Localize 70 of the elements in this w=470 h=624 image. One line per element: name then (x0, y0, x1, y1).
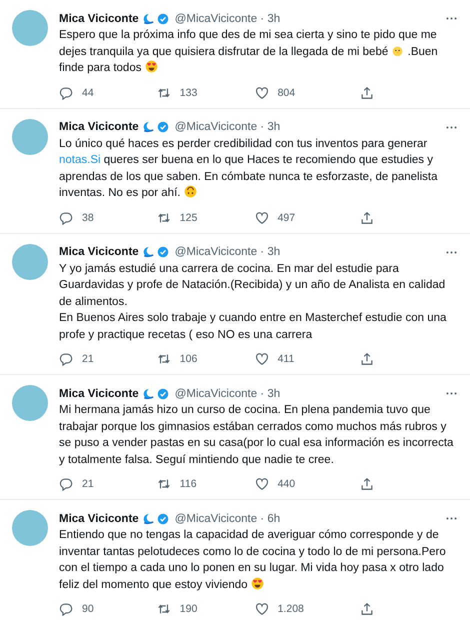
reply-button[interactable]: 90 (59, 602, 157, 616)
share-icon (360, 477, 374, 491)
author-name[interactable]: Mica Viciconte (59, 12, 139, 24)
reply-button[interactable]: 44 (59, 86, 157, 100)
retweet-icon (156, 352, 171, 366)
avatar[interactable] (12, 244, 48, 280)
reply-icon (59, 602, 73, 616)
author-handle[interactable]: @MicaViciconte · 3h (174, 388, 280, 400)
retweet-button[interactable]: 133 (156, 86, 255, 100)
like-button[interactable]: 411 (254, 352, 360, 366)
tweet-text: Mi hermana jamás hizo un curso de cocina. En plena pandemia tuvo que trabajar porque los gimnasios estában cerrados como muchos más rubros y se puso a vender pastas en su casa(por lo cual esa información es incorrecta y totalmente falsa. Seguí mintiendo que nadie te cree. (59, 403, 454, 468)
reply-button[interactable]: 21 (59, 477, 157, 491)
tweet-text: Y yo jamás estudié una carrera de cocina. En mar del estudie para Guardavidas y profe de Natación.(Recibida) y un año de Analista en calidad de alimentos. (59, 262, 446, 310)
author-name[interactable]: Mica Viciconte (59, 121, 139, 133)
tweet-text: Espero que la próxima info que des de mi sea cierta y sino te pido que me dejes tranquila ya que quisiera disfrutar de la llegada de mi bebé .Buen finde para todos (59, 28, 439, 76)
retweet-button[interactable]: 106 (156, 352, 255, 366)
reply-icon (59, 477, 73, 491)
heart-icon (254, 86, 269, 100)
retweet-button[interactable]: 116 (156, 477, 255, 491)
tweet-text: Lo único qué haces es perder credibilidad con tus inventos para generar notas.Si queres ser buena en lo que Haces te recomiendo que estudies y aprendas de los que saben. En cómbate nunca te esforzaste, de panelista inventas. No es por ahí. (59, 136, 438, 201)
verified-badge-icon (156, 388, 169, 400)
author-name[interactable]: Mica Viciconte (59, 246, 139, 258)
retweet-button[interactable]: 125 (156, 210, 255, 224)
retweet-icon (156, 210, 171, 224)
like-button[interactable]: 497 (254, 210, 360, 224)
reply-icon (59, 210, 73, 224)
author-handle[interactable]: @MicaViciconte · 3h (174, 12, 280, 24)
avatar[interactable] (12, 385, 48, 421)
avatar[interactable] (12, 10, 48, 46)
share-icon (360, 86, 374, 100)
upside-down-face-emoji-icon (184, 185, 197, 198)
reply-button[interactable]: 21 (59, 352, 157, 366)
verified-badge-icon (156, 121, 169, 133)
like-button[interactable]: 440 (254, 477, 360, 491)
retweet-icon (156, 602, 171, 616)
heart-eyes-emoji-icon (250, 576, 264, 590)
share-icon (360, 602, 374, 616)
heart-eyes-emoji-icon (144, 60, 158, 73)
heart-icon (254, 352, 269, 366)
tweet-text: En Buenos Aires solo trabaje y cuando entre en Masterchef estudie con una profe y practique recetas ( eso NO es una carrera (59, 311, 448, 342)
avatar[interactable] (12, 510, 48, 546)
retweet-icon (156, 477, 171, 491)
wave-icon (142, 388, 154, 400)
wave-icon (142, 12, 154, 24)
share-icon (360, 352, 374, 366)
heart-icon (254, 602, 269, 616)
like-button[interactable]: 1.208 (254, 602, 360, 616)
retweet-button[interactable]: 190 (156, 602, 255, 616)
reply-icon (59, 352, 73, 366)
wave-icon (142, 246, 154, 258)
verified-badge-icon (156, 246, 169, 258)
reply-button[interactable]: 38 (59, 210, 157, 224)
heart-icon (254, 477, 269, 491)
tweet-text: Entiendo que no tengas la capacidad de averiguar cómo corresponde y de inventar tantas pelotudeces como lo de cocina y todo lo de mi persona.Pero con el tiempo a cada uno lo ponen en su lugar. Mi vida hoy pasa x otro lado feliz del momento que estoy viviendo (59, 528, 447, 592)
reply-icon (59, 86, 73, 100)
chick-emoji-icon (391, 44, 404, 56)
author-name[interactable]: Mica Viciconte (59, 388, 139, 400)
verified-badge-icon (156, 512, 169, 524)
retweet-icon (156, 86, 171, 100)
heart-icon (254, 210, 269, 224)
verified-badge-icon (156, 12, 169, 24)
share-icon (360, 210, 374, 224)
wave-icon (142, 121, 154, 133)
wave-icon (142, 512, 154, 524)
avatar[interactable] (12, 118, 48, 154)
author-handle[interactable]: @MicaViciconte · 6h (174, 512, 280, 524)
like-button[interactable]: 804 (254, 86, 360, 100)
author-handle[interactable]: @MicaViciconte · 3h (174, 121, 280, 133)
author-name[interactable]: Mica Viciconte (59, 512, 139, 524)
author-handle[interactable]: @MicaViciconte · 3h (174, 246, 280, 258)
